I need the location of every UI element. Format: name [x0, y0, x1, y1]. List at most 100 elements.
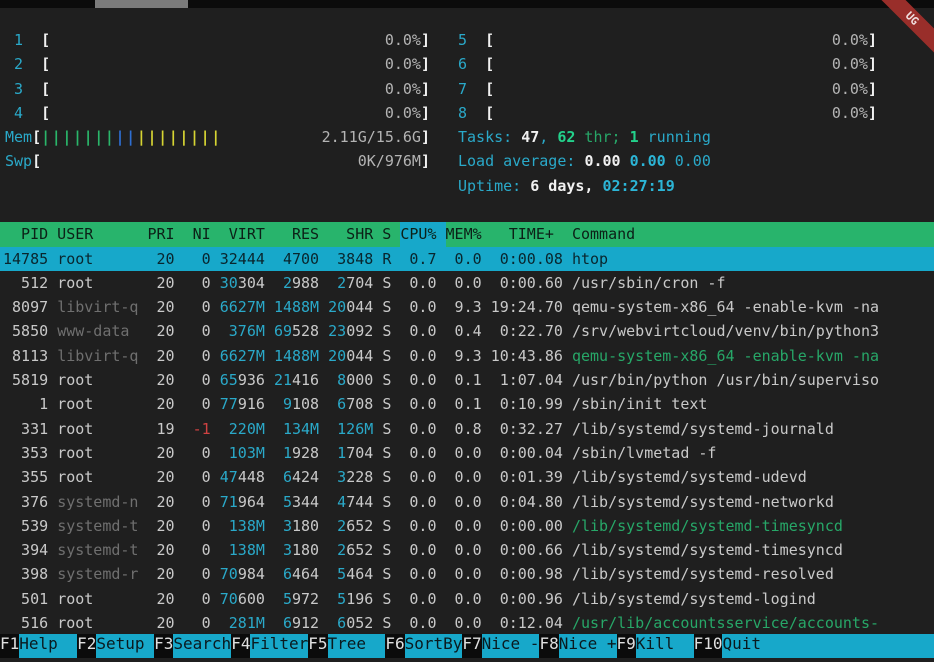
cpu-meter-value: 0.0% [832, 77, 868, 101]
mem-number: 196 [346, 590, 373, 608]
process-row[interactable]: 1 root 20 0 77916 9108 6708 S 0.0 0.1 0:… [0, 392, 934, 416]
cpu-percent-cell: 0.0 [400, 322, 436, 340]
process-row[interactable]: 501 root 20 0 70600 5972 5196 S 0.0 0.0 … [0, 587, 934, 611]
nice-cell: 0 [184, 250, 211, 268]
mem-number: 652 [346, 541, 373, 559]
meter-close-bracket: ] [868, 77, 877, 101]
fkey-action-setup[interactable]: Setup [96, 634, 154, 658]
user-cell: root [57, 395, 138, 413]
state-cell: S [382, 614, 391, 632]
uptime-time: 02:27:19 [603, 177, 675, 195]
mem-number-prefix: 1 [274, 444, 292, 462]
process-row[interactable]: 394 systemd-t 20 0 138M 3180 2652 S 0.0 … [0, 538, 934, 562]
load-average: Load average: 0.00 0.00 0.00 [458, 149, 877, 173]
cpu-meter-value: 0.0% [385, 77, 421, 101]
fkey-f3[interactable]: F3 [154, 634, 173, 658]
fkey-f1[interactable]: F1 [0, 634, 19, 658]
cpu-meter-3: 3 [0.0%] [5, 77, 430, 101]
cpu-meter-1: 1 [0.0%] [5, 28, 430, 52]
cpu-percent-cell: 0.0 [400, 517, 436, 535]
fkey-action-tree[interactable]: Tree [328, 634, 386, 658]
process-row[interactable]: 398 systemd-r 20 0 70984 6464 5464 S 0.0… [0, 562, 934, 586]
mem-number: 108 [292, 395, 319, 413]
pid-cell: 8113 [3, 347, 48, 365]
fkey-f5[interactable]: F5 [308, 634, 327, 658]
time-cell: 0:00.60 [491, 274, 563, 292]
process-row[interactable]: 376 systemd-n 20 0 71964 5344 4744 S 0.0… [0, 490, 934, 514]
fkey-action-kill[interactable]: Kill [636, 634, 694, 658]
memory-meter: Mem[|||||||||||||||||2.11G/15.6G] [5, 125, 430, 149]
process-table-header[interactable]: PID USER PRI NI VIRT RES SHR S CPU% MEM%… [0, 222, 934, 246]
priority-cell: 19 [148, 420, 175, 438]
window-tab-fragment [95, 0, 188, 8]
user-cell: www-data [57, 322, 138, 340]
meter-open-bracket: [ [485, 28, 494, 52]
fkey-action-sortby[interactable]: SortBy [405, 634, 463, 658]
fkey-f6[interactable]: F6 [385, 634, 404, 658]
process-row[interactable]: 331 root 19 -1 220M 134M 126M S 0.0 0.8 … [0, 417, 934, 441]
memory-meter-label: Mem [5, 125, 32, 149]
state-cell: S [382, 541, 391, 559]
mem-number-prefix: 77 [220, 395, 238, 413]
fkey-action-filter[interactable]: Filter [250, 634, 308, 658]
priority-cell: 20 [148, 444, 175, 462]
fkey-action-search[interactable]: Search [173, 634, 231, 658]
time-cell: 0:00.96 [491, 590, 563, 608]
mem-number-prefix: 65 [220, 371, 238, 389]
mem-number-prefix: 69 [274, 322, 292, 340]
fkey-f7[interactable]: F7 [462, 634, 481, 658]
mem-number-prefix: 3 [274, 541, 292, 559]
fkey-f4[interactable]: F4 [231, 634, 250, 658]
mem-percent-cell: 0.0 [446, 274, 482, 292]
time-cell: 19:24.70 [491, 298, 563, 316]
pid-cell: 355 [3, 468, 48, 486]
process-row[interactable]: 512 root 20 0 30304 2988 2704 S 0.0 0.0 … [0, 271, 934, 295]
process-row[interactable]: 539 systemd-t 20 0 138M 3180 2652 S 0.0 … [0, 514, 934, 538]
memory-meter-value: 2.11G/15.6G [322, 125, 421, 149]
process-row[interactable]: 353 root 20 0 103M 1928 1704 S 0.0 0.0 0… [0, 441, 934, 465]
process-row[interactable]: 8097 libvirt-q 20 0 6627M 1488M 20044 S … [0, 295, 934, 319]
fkey-action-nice-[interactable]: Nice - [482, 634, 540, 658]
process-row[interactable]: 5819 root 20 0 65936 21416 8000 S 0.0 0.… [0, 368, 934, 392]
cpu-percent-cell: 0.0 [400, 541, 436, 559]
mem-number: 988 [292, 274, 319, 292]
mem-number-prefix: 47 [220, 468, 238, 486]
state-cell: S [382, 468, 391, 486]
fkey-f10[interactable]: F10 [694, 634, 723, 658]
mem-number: 916 [238, 395, 265, 413]
meter-open-bracket: [ [32, 125, 41, 149]
process-row[interactable]: 355 root 20 0 47448 6424 3228 S 0.0 0.0 … [0, 465, 934, 489]
command-cell: /lib/systemd/systemd-networkd [572, 493, 834, 511]
state-cell: R [382, 250, 391, 268]
mem-percent-cell: 0.0 [446, 517, 482, 535]
mem-number-prefix: 2 [328, 541, 346, 559]
state-cell: S [382, 420, 391, 438]
meter-open-bracket: [ [485, 52, 494, 76]
mem-percent-cell: 0.4 [446, 322, 482, 340]
cpu-meter-value: 0.0% [385, 28, 421, 52]
process-row[interactable]: 5850 www-data 20 0 376M 69528 23092 S 0.… [0, 319, 934, 343]
mem-percent-cell: 0.0 [446, 468, 482, 486]
fkey-f9[interactable]: F9 [617, 634, 636, 658]
cpu-meter-value: 0.0% [832, 52, 868, 76]
cpu-percent-cell: 0.0 [400, 420, 436, 438]
state-cell: S [382, 347, 391, 365]
sort-column-header-cpu[interactable]: CPU% [400, 222, 445, 246]
mem-number-prefix: 21 [274, 371, 292, 389]
htop-terminal: 1 [0.0%] 2 [0.0%] 3 [0.0%] 4 [0.0%]Mem[|… [0, 8, 934, 662]
meter-close-bracket: ] [868, 101, 877, 125]
pid-cell: 512 [3, 274, 48, 292]
fkey-f2[interactable]: F2 [77, 634, 96, 658]
fkey-action-quit[interactable]: Quit [722, 634, 934, 658]
fkey-action-nice-[interactable]: Nice + [559, 634, 617, 658]
uptime-days: 6 days, [530, 177, 602, 195]
process-row[interactable]: 516 root 20 0 281M 6912 6052 S 0.0 0.0 0… [0, 611, 934, 635]
process-row[interactable]: 8113 libvirt-q 20 0 6627M 1488M 20044 S … [0, 344, 934, 368]
priority-cell: 20 [148, 395, 175, 413]
fkey-action-help[interactable]: Help [19, 634, 77, 658]
fkey-f8[interactable]: F8 [539, 634, 558, 658]
process-row-selected[interactable]: 14785 root 20 0 32444 4700 3848 R 0.7 0.… [0, 247, 934, 271]
time-cell: 1:07.04 [491, 371, 563, 389]
cpu-meter-label: 6 [458, 52, 485, 76]
user-cell: systemd-t [57, 517, 138, 535]
